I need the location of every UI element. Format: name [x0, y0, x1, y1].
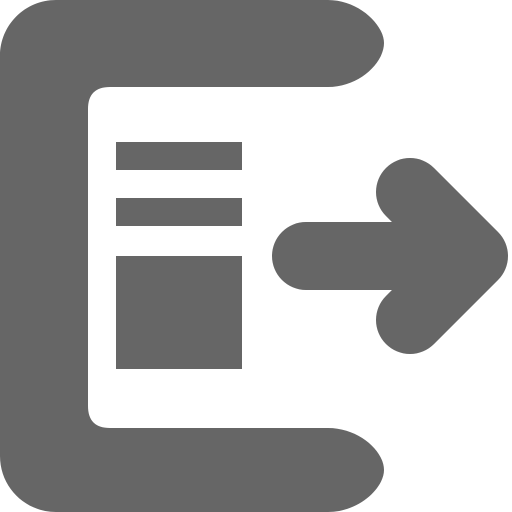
document-line-2: [116, 198, 242, 226]
arrow-right-icon: [272, 158, 508, 354]
export-icon: [0, 0, 512, 512]
document-line-1: [116, 142, 242, 170]
document-block: [116, 256, 242, 369]
export-icon-svg: [0, 0, 508, 512]
